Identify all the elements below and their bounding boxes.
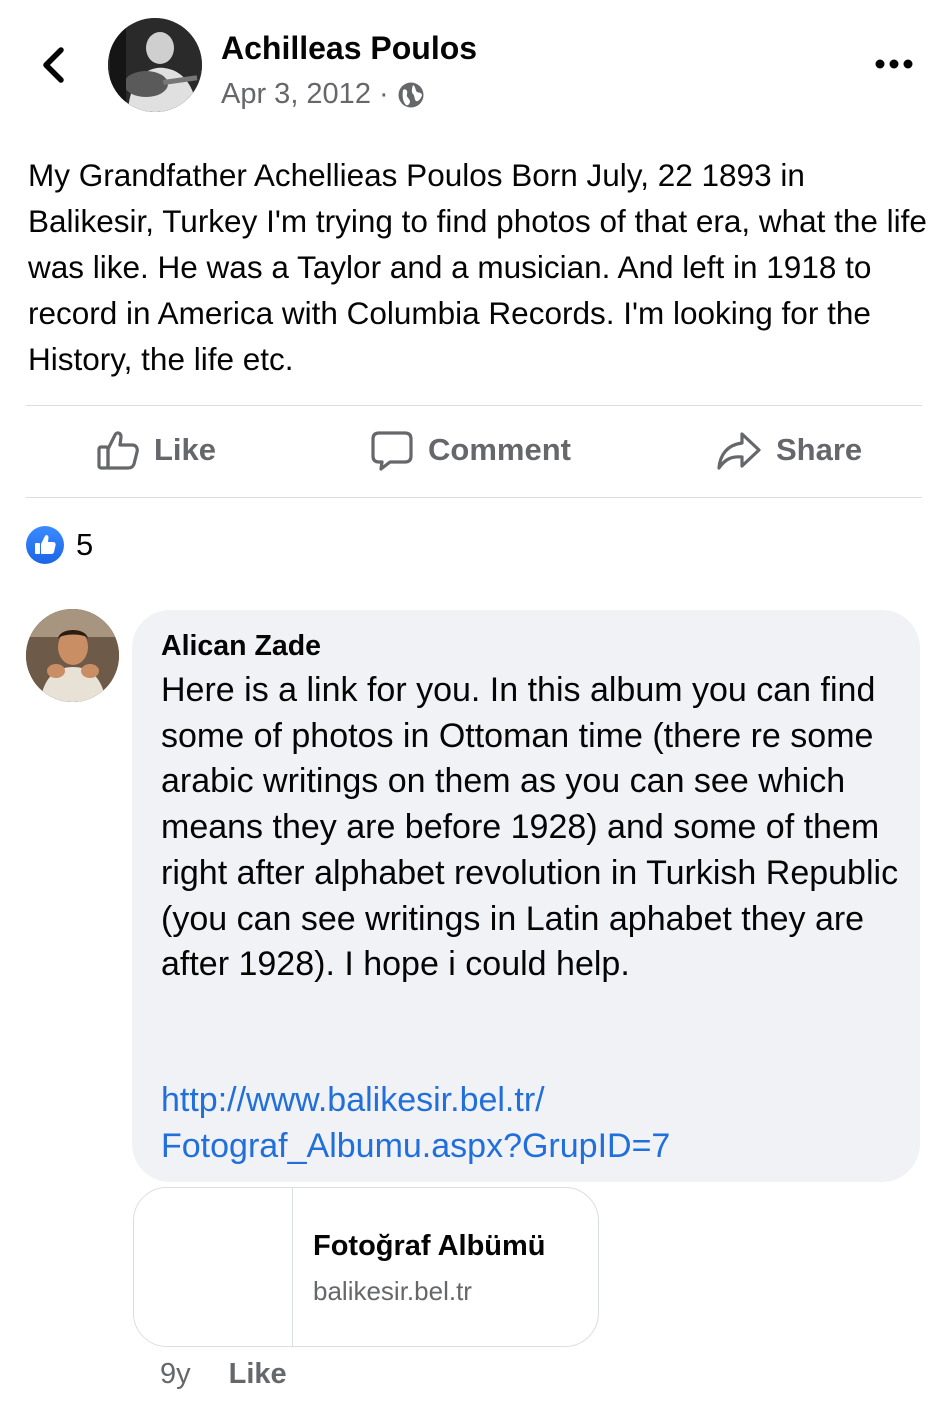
commenter-photo — [26, 609, 119, 702]
thumbs-up-icon — [97, 431, 139, 470]
comment-link-line-1[interactable]: http://www.balikesir.bel.tr/ — [161, 1078, 911, 1124]
post-author-name[interactable]: Achilleas Poulos — [221, 30, 477, 67]
comment-text: Here is a link for you. In this album yo… — [161, 671, 899, 984]
commenter-avatar[interactable] — [26, 609, 119, 702]
more-horizontal-icon — [875, 59, 913, 69]
comment-button[interactable]: Comment — [370, 428, 571, 472]
chevron-left-icon — [43, 47, 64, 83]
author-photo — [108, 18, 202, 112]
reaction-summary[interactable]: 5 — [26, 526, 93, 564]
link-preview-thumbnail — [134, 1188, 293, 1346]
back-button[interactable] — [34, 40, 74, 90]
like-label: Like — [154, 432, 217, 467]
commenter-name[interactable]: Alican Zade — [161, 630, 321, 663]
share-button[interactable]: Share — [716, 428, 862, 472]
post-header: Achilleas Poulos Apr 3, 2012 · — [0, 0, 950, 130]
comment-label: Comment — [428, 432, 571, 467]
comment-footer: 9y Like — [160, 1358, 287, 1391]
comment-bubble[interactable]: Alican Zade Here is a link for you. In t… — [132, 610, 920, 1182]
post-actions-bar: Like Comment Share — [26, 406, 922, 498]
link-preview-domain: balikesir.bel.tr — [313, 1276, 472, 1306]
share-label: Share — [776, 432, 863, 467]
divider-bottom — [26, 497, 922, 498]
like-reaction-icon — [26, 526, 64, 564]
link-preview-title: Fotoğraf Albümü — [313, 1230, 546, 1262]
comment-like-button[interactable]: Like — [229, 1358, 287, 1391]
meta-separator: · — [378, 78, 389, 110]
reaction-count: 5 — [76, 527, 94, 562]
speech-bubble-icon — [371, 431, 413, 471]
post-date[interactable]: Apr 3, 2012 — [221, 78, 371, 111]
comment-link[interactable]: http://www.balikesir.bel.tr/ Fotograf_Al… — [161, 1078, 911, 1169]
like-button[interactable]: Like — [96, 428, 216, 472]
more-options-button[interactable] — [872, 52, 916, 76]
post-text: My Grandfather Achellieas Poulos Born Ju… — [28, 157, 927, 377]
comment-link-line-2[interactable]: Fotograf_Albumu.aspx?GrupID=7 — [161, 1124, 911, 1170]
link-preview-card[interactable]: Fotoğraf Albümü balikesir.bel.tr — [133, 1187, 599, 1347]
share-arrow-icon — [717, 432, 761, 470]
comment-timestamp[interactable]: 9y — [160, 1358, 191, 1391]
globe-icon[interactable] — [397, 81, 425, 109]
post-meta: Apr 3, 2012 · — [221, 78, 425, 111]
author-avatar[interactable] — [108, 18, 202, 112]
